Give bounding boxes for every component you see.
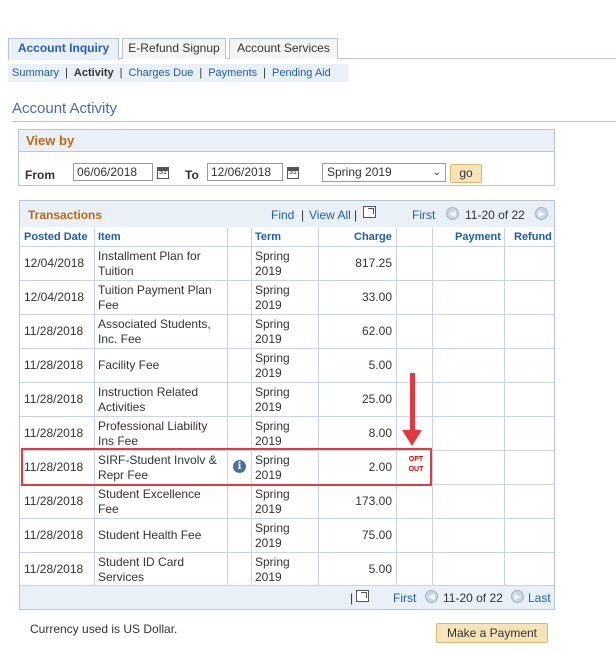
view-by-panel: View by From 06/06/2018 31 To 12/06/2018… [18,129,555,186]
term-cell: Spring 2019 [255,385,290,414]
tab-bar: Account Inquiry E-Refund Signup Account … [8,38,616,60]
subnav-charges-due-link[interactable]: Charges Due [129,67,194,79]
previous-icon[interactable]: ◀ [446,207,459,220]
row-range: 11-20 of 22 [443,591,503,605]
term-select[interactable]: Spring 2019 ⌄ [322,163,446,182]
item-cell: Student Excellence Fee [98,487,201,516]
table-row: 11/28/2018 Student Health Fee Spring 201… [20,518,554,552]
column-charge[interactable]: Charge [354,228,392,246]
table-row: 12/04/2018 Installment Plan for Tuition … [20,246,554,280]
subnav-activity-link[interactable]: Activity [74,67,114,79]
arrow-shaft [410,373,415,433]
arrow-down-icon [402,430,422,446]
term-cell: Spring 2019 [255,351,290,380]
table-row: 11/28/2018 Associated Students, Inc. Fee… [20,314,554,348]
column-posted-date[interactable]: Posted Date [24,228,88,246]
subnav-pending-aid-link[interactable]: Pending Aid [272,67,331,79]
tab-account-inquiry[interactable]: Account Inquiry [8,38,119,60]
transactions-grid: Transactions Find | View All | First ◀ 1… [19,200,555,610]
item-cell: Associated Students, Inc. Fee [98,317,211,346]
find-link[interactable]: Find [271,208,294,222]
term-cell: Spring 2019 [255,521,290,550]
from-calendar-icon[interactable]: 31 [157,167,169,179]
currency-note: Currency used is US Dollar. [30,622,178,636]
to-date-input[interactable]: 12/06/2018 [207,163,283,181]
term-cell: Spring 2019 [255,555,290,584]
go-button[interactable]: go [450,164,482,183]
view-by-title: View by [19,130,554,152]
item-cell: Installment Plan for Tuition [98,249,201,278]
next-icon[interactable]: ▶ [535,207,548,220]
term-cell: Spring 2019 [255,317,290,346]
item-cell: Instruction Related Activities [98,385,199,414]
first-link[interactable]: First [393,591,416,605]
next-icon[interactable]: ▶ [511,590,524,603]
zoom-icon[interactable] [363,206,376,218]
table-row: 11/28/2018 Student Excellence Fee Spring… [20,484,554,518]
sub-navigation: Summary | Activity | Charges Due | Payments | Pe… [8,64,348,82]
column-payment[interactable]: Payment [455,228,501,246]
table-row: 11/28/2018 Professional Liability Ins Fe… [20,416,554,450]
footer-separator: | [350,591,354,605]
title-divider [12,121,616,122]
column-term[interactable]: Term [255,228,282,246]
last-link[interactable]: Last [528,591,551,605]
subnav-separator: | [65,67,68,79]
highlight-box [21,448,432,486]
table-row: 11/28/2018 Instruction Related Activitie… [20,382,554,416]
tab-account-services[interactable]: Account Services [229,38,338,59]
from-date-input[interactable]: 06/06/2018 [73,163,153,181]
grid-footer: | First ◀ 11-20 of 22 ▶ Last [20,585,554,609]
subnav-separator: | [199,67,203,79]
previous-icon[interactable]: ◀ [425,590,438,603]
tab-e-refund-signup[interactable]: E-Refund Signup [122,38,226,59]
header-separator: | [301,208,305,222]
chevron-down-icon: ⌄ [432,167,441,178]
zoom-icon[interactable] [356,590,369,602]
table-row: 12/04/2018 Tuition Payment Plan Fee Spri… [20,280,554,314]
row-range: 11-20 of 22 [465,208,525,222]
column-item[interactable]: Item [98,228,121,246]
transactions-title: Transactions [28,208,103,222]
from-label: From [25,168,55,182]
subnav-payments-link[interactable]: Payments [208,67,257,79]
header-separator: | [354,208,358,222]
transactions-header: Transactions Find | View All | First ◀ 1… [20,201,554,227]
make-payment-button[interactable]: Make a Payment [436,623,548,643]
to-label: To [185,168,199,182]
term-cell: Spring 2019 [255,249,290,278]
item-cell: Student ID Card Services [98,555,185,584]
subnav-summary-link[interactable]: Summary [12,67,59,79]
term-cell: Spring 2019 [255,487,290,516]
table-row: 11/28/2018 Facility Fee Spring 2019 5.00 [20,348,554,382]
term-cell: Spring 2019 [255,283,290,312]
first-link[interactable]: First [412,208,435,222]
page-title: Account Activity [12,100,118,117]
term-select-value: Spring 2019 [327,165,392,179]
column-refund[interactable]: Refund [514,228,552,246]
table-row: 11/28/2018 Student ID Card Services Spri… [20,552,554,586]
to-calendar-icon[interactable]: 31 [287,167,299,179]
subnav-separator: | [263,67,266,79]
item-cell: Tuition Payment Plan Fee [98,283,212,312]
subnav-separator: | [119,67,123,79]
view-all-link[interactable]: View All [309,208,351,222]
